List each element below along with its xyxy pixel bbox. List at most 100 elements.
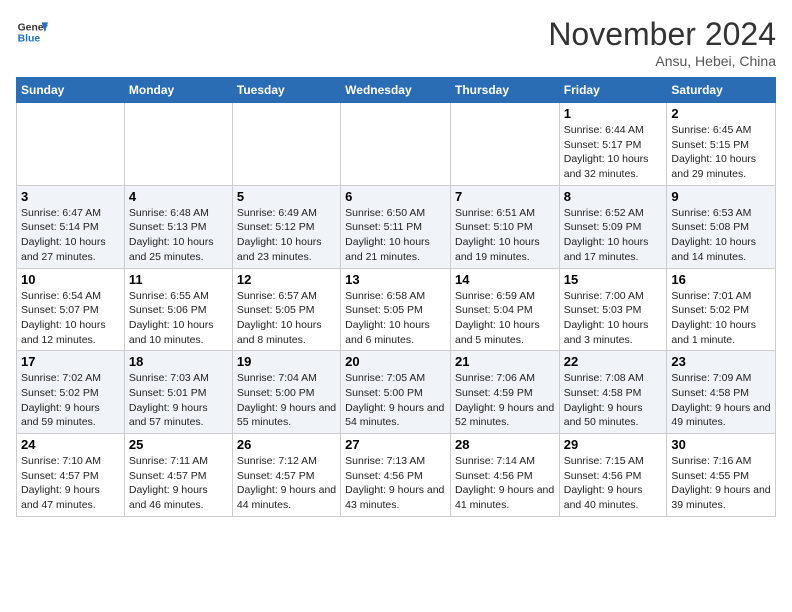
calendar-cell: 21 Sunrise: 7:06 AM Sunset: 4:59 PM Dayli… — [450, 351, 559, 434]
day-info: Sunrise: 6:50 AM Sunset: 5:11 PM Dayligh… — [345, 206, 446, 265]
day-number: 26 — [237, 437, 336, 452]
day-number: 2 — [671, 106, 771, 121]
day-number: 8 — [564, 189, 663, 204]
col-friday: Friday — [559, 78, 667, 103]
col-monday: Monday — [124, 78, 232, 103]
calendar-cell: 13 Sunrise: 6:58 AM Sunset: 5:05 PM Dayli… — [341, 268, 451, 351]
day-info: Sunrise: 7:16 AM Sunset: 4:55 PM Dayligh… — [671, 454, 771, 513]
calendar-cell: 26 Sunrise: 7:12 AM Sunset: 4:57 PM Dayli… — [232, 434, 340, 517]
day-number: 27 — [345, 437, 446, 452]
calendar-cell: 29 Sunrise: 7:15 AM Sunset: 4:56 PM Dayli… — [559, 434, 667, 517]
svg-text:Blue: Blue — [18, 34, 41, 45]
month-title: November 2024 — [548, 16, 776, 53]
calendar-cell: 28Sunrise: 7:14 AM Sunset: 4:56 PM Dayli… — [450, 434, 559, 517]
calendar-cell: 6 Sunrise: 6:50 AM Sunset: 5:11 PM Daylig… — [341, 185, 451, 268]
day-number: 25 — [129, 437, 228, 452]
day-info: Sunrise: 6:58 AM Sunset: 5:05 PM Dayligh… — [345, 289, 446, 348]
day-info: Sunrise: 6:45 AM Sunset: 5:15 PM Dayligh… — [671, 123, 771, 182]
day-number: 28 — [455, 437, 555, 452]
day-number: 22 — [564, 354, 663, 369]
day-info: Sunrise: 7:06 AM Sunset: 4:59 PM Dayligh… — [455, 371, 555, 430]
title-block: November 2024 Ansu, Hebei, China — [548, 16, 776, 69]
calendar-cell: 30 Sunrise: 7:16 AM Sunset: 4:55 PM Dayli… — [667, 434, 776, 517]
calendar-cell: 19 Sunrise: 7:04 AM Sunset: 5:00 PM Dayli… — [232, 351, 340, 434]
day-number: 10 — [21, 272, 120, 287]
day-info: Sunrise: 7:05 AM Sunset: 5:00 PM Dayligh… — [345, 371, 446, 430]
day-info: Sunrise: 6:51 AM Sunset: 5:10 PM Dayligh… — [455, 206, 555, 265]
calendar-table: Sunday Monday Tuesday Wednesday Thursday… — [16, 77, 776, 517]
day-info: Sunrise: 7:11 AM Sunset: 4:57 PM Dayligh… — [129, 454, 228, 513]
calendar-cell: 5Sunrise: 6:49 AM Sunset: 5:12 PM Daylig… — [232, 185, 340, 268]
day-info: Sunrise: 7:00 AM Sunset: 5:03 PM Dayligh… — [564, 289, 663, 348]
calendar-cell: 10 Sunrise: 6:54 AM Sunset: 5:07 PM Dayli… — [17, 268, 125, 351]
calendar-header-row: Sunday Monday Tuesday Wednesday Thursday… — [17, 78, 776, 103]
calendar-cell: 2 Sunrise: 6:45 AM Sunset: 5:15 PM Daylig… — [667, 103, 776, 186]
day-info: Sunrise: 7:10 AM Sunset: 4:57 PM Dayligh… — [21, 454, 120, 513]
day-number: 12 — [237, 272, 336, 287]
day-info: Sunrise: 7:13 AM Sunset: 4:56 PM Dayligh… — [345, 454, 446, 513]
day-info: Sunrise: 6:54 AM Sunset: 5:07 PM Dayligh… — [21, 289, 120, 348]
calendar-cell: 1Sunrise: 6:44 AM Sunset: 5:17 PM Daylig… — [559, 103, 667, 186]
calendar-cell: 18 Sunrise: 7:03 AM Sunset: 5:01 PM Dayli… — [124, 351, 232, 434]
calendar-cell — [17, 103, 125, 186]
day-info: Sunrise: 7:01 AM Sunset: 5:02 PM Dayligh… — [671, 289, 771, 348]
calendar-week-row: 24 Sunrise: 7:10 AM Sunset: 4:57 PM Dayli… — [17, 434, 776, 517]
day-number: 24 — [21, 437, 120, 452]
calendar-week-row: 3 Sunrise: 6:47 AM Sunset: 5:14 PM Daylig… — [17, 185, 776, 268]
logo: General Blue — [16, 16, 52, 48]
day-number: 3 — [21, 189, 120, 204]
calendar-cell: 12Sunrise: 6:57 AM Sunset: 5:05 PM Dayli… — [232, 268, 340, 351]
calendar-cell — [232, 103, 340, 186]
calendar-cell: 7 Sunrise: 6:51 AM Sunset: 5:10 PM Daylig… — [450, 185, 559, 268]
col-sunday: Sunday — [17, 78, 125, 103]
calendar-cell: 8Sunrise: 6:52 AM Sunset: 5:09 PM Daylig… — [559, 185, 667, 268]
day-number: 29 — [564, 437, 663, 452]
page-header: General Blue November 2024 Ansu, Hebei, … — [16, 16, 776, 69]
calendar-body: 1Sunrise: 6:44 AM Sunset: 5:17 PM Daylig… — [17, 103, 776, 517]
calendar-cell: 20 Sunrise: 7:05 AM Sunset: 5:00 PM Dayli… — [341, 351, 451, 434]
calendar-cell: 22Sunrise: 7:08 AM Sunset: 4:58 PM Dayli… — [559, 351, 667, 434]
day-number: 16 — [671, 272, 771, 287]
day-info: Sunrise: 6:55 AM Sunset: 5:06 PM Dayligh… — [129, 289, 228, 348]
calendar-cell: 27 Sunrise: 7:13 AM Sunset: 4:56 PM Dayli… — [341, 434, 451, 517]
day-info: Sunrise: 7:15 AM Sunset: 4:56 PM Dayligh… — [564, 454, 663, 513]
location-subtitle: Ansu, Hebei, China — [548, 53, 776, 69]
day-info: Sunrise: 6:44 AM Sunset: 5:17 PM Dayligh… — [564, 123, 663, 182]
calendar-cell: 24 Sunrise: 7:10 AM Sunset: 4:57 PM Dayli… — [17, 434, 125, 517]
day-info: Sunrise: 6:48 AM Sunset: 5:13 PM Dayligh… — [129, 206, 228, 265]
calendar-cell: 15 Sunrise: 7:00 AM Sunset: 5:03 PM Dayli… — [559, 268, 667, 351]
day-number: 4 — [129, 189, 228, 204]
day-number: 6 — [345, 189, 446, 204]
day-number: 15 — [564, 272, 663, 287]
day-info: Sunrise: 7:03 AM Sunset: 5:01 PM Dayligh… — [129, 371, 228, 430]
day-number: 20 — [345, 354, 446, 369]
day-number: 9 — [671, 189, 771, 204]
calendar-cell — [450, 103, 559, 186]
day-info: Sunrise: 6:59 AM Sunset: 5:04 PM Dayligh… — [455, 289, 555, 348]
calendar-cell — [341, 103, 451, 186]
calendar-cell: 4 Sunrise: 6:48 AM Sunset: 5:13 PM Daylig… — [124, 185, 232, 268]
calendar-cell — [124, 103, 232, 186]
calendar-cell: 3 Sunrise: 6:47 AM Sunset: 5:14 PM Daylig… — [17, 185, 125, 268]
day-number: 14 — [455, 272, 555, 287]
day-number: 18 — [129, 354, 228, 369]
day-number: 30 — [671, 437, 771, 452]
calendar-week-row: 10 Sunrise: 6:54 AM Sunset: 5:07 PM Dayli… — [17, 268, 776, 351]
day-number: 13 — [345, 272, 446, 287]
day-number: 23 — [671, 354, 771, 369]
calendar-cell: 25 Sunrise: 7:11 AM Sunset: 4:57 PM Dayli… — [124, 434, 232, 517]
day-info: Sunrise: 7:12 AM Sunset: 4:57 PM Dayligh… — [237, 454, 336, 513]
calendar-cell: 14 Sunrise: 6:59 AM Sunset: 5:04 PM Dayli… — [450, 268, 559, 351]
calendar-cell: 17 Sunrise: 7:02 AM Sunset: 5:02 PM Dayli… — [17, 351, 125, 434]
day-number: 17 — [21, 354, 120, 369]
day-number: 7 — [455, 189, 555, 204]
day-info: Sunrise: 7:04 AM Sunset: 5:00 PM Dayligh… — [237, 371, 336, 430]
col-thursday: Thursday — [450, 78, 559, 103]
col-saturday: Saturday — [667, 78, 776, 103]
day-info: Sunrise: 6:47 AM Sunset: 5:14 PM Dayligh… — [21, 206, 120, 265]
calendar-cell: 16 Sunrise: 7:01 AM Sunset: 5:02 PM Dayli… — [667, 268, 776, 351]
day-info: Sunrise: 7:02 AM Sunset: 5:02 PM Dayligh… — [21, 371, 120, 430]
day-number: 21 — [455, 354, 555, 369]
day-info: Sunrise: 7:09 AM Sunset: 4:58 PM Dayligh… — [671, 371, 771, 430]
day-number: 19 — [237, 354, 336, 369]
